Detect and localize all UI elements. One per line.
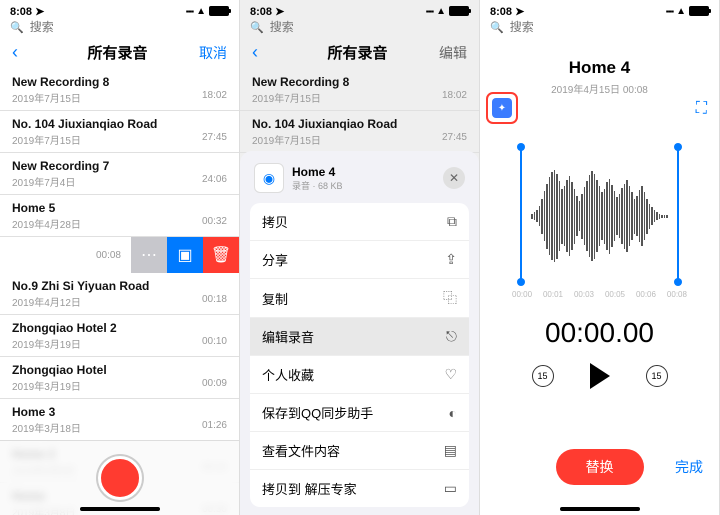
status-bar: 8:08 ➤: [480, 0, 719, 18]
nav-bar: ‹ 所有录音 取消: [0, 38, 239, 69]
search-bar[interactable]: 🔍: [0, 18, 239, 38]
recording-row[interactable]: New Recording 72019年7月4日24:06: [0, 153, 239, 195]
screen-share-sheet: 8:08 ➤ 🔍 ‹ 所有录音 编辑 New Recording 82019年7…: [240, 0, 480, 515]
sheet-action[interactable]: 复制⿻: [250, 279, 469, 318]
trim-handle-end[interactable]: [677, 147, 679, 282]
more-button[interactable]: ⋯: [131, 237, 167, 273]
sheet-title: Home 4: [292, 165, 343, 179]
edit-button[interactable]: 编辑: [433, 43, 467, 63]
location-icon: ➤: [35, 6, 44, 18]
screen-edit-recording: 8:08 ➤ 🔍 Home 4 2019年4月15日 00:08 ✦ ⛶ 00:…: [480, 0, 720, 515]
delete-button[interactable]: 🗑: [203, 237, 239, 273]
timer: 00:00.00: [480, 317, 719, 349]
trim-handle-start[interactable]: [520, 147, 522, 282]
screen-recordings-list: 8:08 ➤ 🔍 ‹ 所有录音 取消 New Recording 82019年7…: [0, 0, 240, 515]
recording-row[interactable]: No.9 Zhi Si Yiyuan Road2019年4月12日00:18: [0, 273, 239, 315]
search-bar[interactable]: 🔍: [480, 18, 719, 38]
recording-row[interactable]: New Recording 82019年7月15日18:02: [240, 69, 479, 111]
search-input[interactable]: [270, 20, 469, 34]
done-button[interactable]: 完成: [675, 457, 703, 477]
page-title: 所有录音: [87, 42, 147, 63]
crop-icon[interactable]: ⛶: [696, 100, 707, 118]
record-button[interactable]: [98, 456, 142, 500]
back-button[interactable]: ‹: [12, 42, 42, 63]
record-bar: [0, 440, 239, 515]
waveform[interactable]: 00:0000:0100:0300:0500:0600:08: [492, 147, 707, 307]
battery-icon: [209, 6, 229, 16]
page-title: 所有录音: [327, 42, 387, 63]
move-button[interactable]: ▣: [167, 237, 203, 273]
recording-row[interactable]: No. 104 Jiuxianqiao Road2019年7月15日27:45: [0, 111, 239, 153]
sheet-action[interactable]: 拷贝到 解压专家▭: [250, 470, 469, 507]
status-bar: 8:08 ➤: [0, 0, 239, 18]
search-icon: 🔍: [10, 21, 24, 34]
skip-back-button[interactable]: 15: [532, 365, 554, 387]
sheet-action[interactable]: 查看文件内容▤: [250, 432, 469, 470]
recording-row[interactable]: No. 104 Jiuxianqiao Road2019年7月15日27:45: [240, 111, 479, 153]
home-indicator[interactable]: [560, 507, 640, 511]
sheet-action[interactable]: 分享⇪: [250, 241, 469, 279]
sheet-action[interactable]: 编辑录音⎋: [250, 318, 469, 356]
recording-row[interactable]: Zhongqiao Hotel 22019年3月19日00:10: [0, 315, 239, 357]
search-input[interactable]: [30, 20, 229, 34]
back-button[interactable]: ‹: [252, 42, 282, 63]
recording-row[interactable]: New Recording 82019年7月15日18:02: [0, 69, 239, 111]
status-bar: 8:08 ➤: [240, 0, 479, 18]
wifi-icon: [196, 5, 206, 17]
file-icon: ◉: [254, 163, 284, 193]
close-button[interactable]: ✕: [443, 167, 465, 189]
share-sheet: ◉ Home 4 录音 · 68 KB ✕ 拷贝⧉分享⇪复制⿻编辑录音⎋个人收藏…: [240, 151, 479, 515]
skip-forward-button[interactable]: 15: [646, 365, 668, 387]
recording-row[interactable]: Home 32019年3月18日01:26: [0, 399, 239, 441]
recording-row[interactable]: Zhongqiao Hotel2019年3月19日00:09: [0, 357, 239, 399]
search-icon: 🔍: [250, 21, 264, 34]
nav-bar: ‹ 所有录音 编辑: [240, 38, 479, 69]
signal-icon: [186, 5, 193, 17]
sheet-action[interactable]: 个人收藏♡: [250, 356, 469, 394]
swiped-duration: 00:08: [0, 237, 131, 273]
play-button[interactable]: [590, 363, 610, 389]
sheet-action[interactable]: 拷贝⧉: [250, 203, 469, 241]
swiped-row: 00:08 ⋯ ▣ 🗑: [0, 237, 239, 273]
recording-row[interactable]: Home 52019年4月28日00:32: [0, 195, 239, 237]
app-highlight[interactable]: ✦: [486, 92, 518, 124]
sheet-action[interactable]: 保存到QQ同步助手◐: [250, 394, 469, 432]
replace-button[interactable]: 替换: [556, 449, 644, 485]
search-input[interactable]: [510, 20, 709, 34]
recording-title: Home 4: [480, 58, 719, 78]
search-bar[interactable]: 🔍: [240, 18, 479, 38]
cancel-button[interactable]: 取消: [193, 43, 227, 63]
sheet-subtitle: 录音 · 68 KB: [292, 179, 343, 192]
home-indicator[interactable]: [80, 507, 160, 511]
